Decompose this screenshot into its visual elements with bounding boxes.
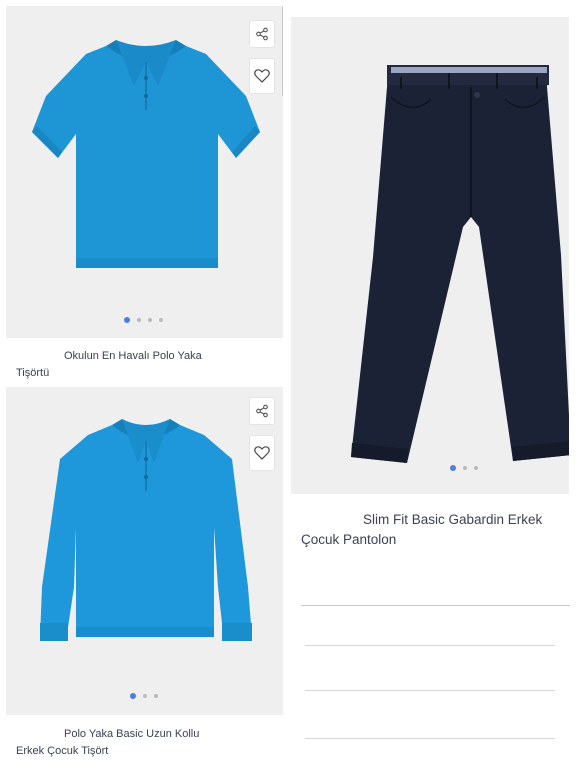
carousel-dot[interactable] [124, 317, 130, 323]
product-title[interactable]: Polo Yaka Basic Uzun Kollu Erkek Çocuk T… [16, 726, 276, 760]
carousel-indicator [130, 693, 158, 699]
product-title-line: Tişörtü [16, 367, 50, 379]
favorite-button[interactable] [249, 58, 275, 94]
polo-shirt-image [32, 40, 260, 268]
product-title-line: Polo Yaka Basic Uzun Kollu [64, 728, 200, 740]
separator-line [305, 738, 555, 739]
product-title-line: Çocuk Pantolon [301, 532, 397, 547]
share-icon [256, 27, 268, 41]
share-button[interactable] [249, 397, 275, 425]
polo-shirt-image [40, 419, 252, 641]
product-image-polo-long-sleeve[interactable] [6, 387, 283, 715]
carousel-dot[interactable] [130, 693, 136, 699]
trousers-image [351, 65, 569, 463]
carousel-indicator [450, 465, 478, 471]
product-title-line: Erkek Çocuk Tişört [16, 745, 109, 757]
product-title-line: Okulun En Havalı Polo Yaka [64, 350, 202, 362]
carousel-dot[interactable] [154, 694, 158, 698]
product-title[interactable]: Okulun En Havalı Polo Yaka Tişörtü [16, 348, 276, 382]
share-icon [256, 404, 268, 418]
favorite-button[interactable] [249, 435, 275, 471]
carousel-dot[interactable] [463, 466, 467, 470]
scrollbar[interactable] [282, 6, 283, 96]
carousel-dot[interactable] [159, 318, 163, 322]
product-title-line: Slim Fit Basic Gabardin Erkek [363, 512, 543, 527]
carousel-dot[interactable] [137, 318, 141, 322]
separator-line [305, 645, 555, 646]
heart-icon [254, 69, 270, 83]
carousel-dot[interactable] [450, 465, 456, 471]
product-image-polo-short-sleeve[interactable] [6, 6, 283, 338]
heart-icon [254, 446, 270, 460]
share-button[interactable] [249, 20, 275, 48]
divider [301, 605, 570, 606]
product-title[interactable]: Slim Fit Basic Gabardin Erkek Çocuk Pant… [301, 510, 566, 550]
product-image-trousers[interactable] [291, 17, 569, 494]
carousel-dot[interactable] [143, 694, 147, 698]
carousel-dot[interactable] [148, 318, 152, 322]
carousel-indicator [124, 317, 163, 323]
separator-line [305, 690, 555, 691]
carousel-dot[interactable] [474, 466, 478, 470]
